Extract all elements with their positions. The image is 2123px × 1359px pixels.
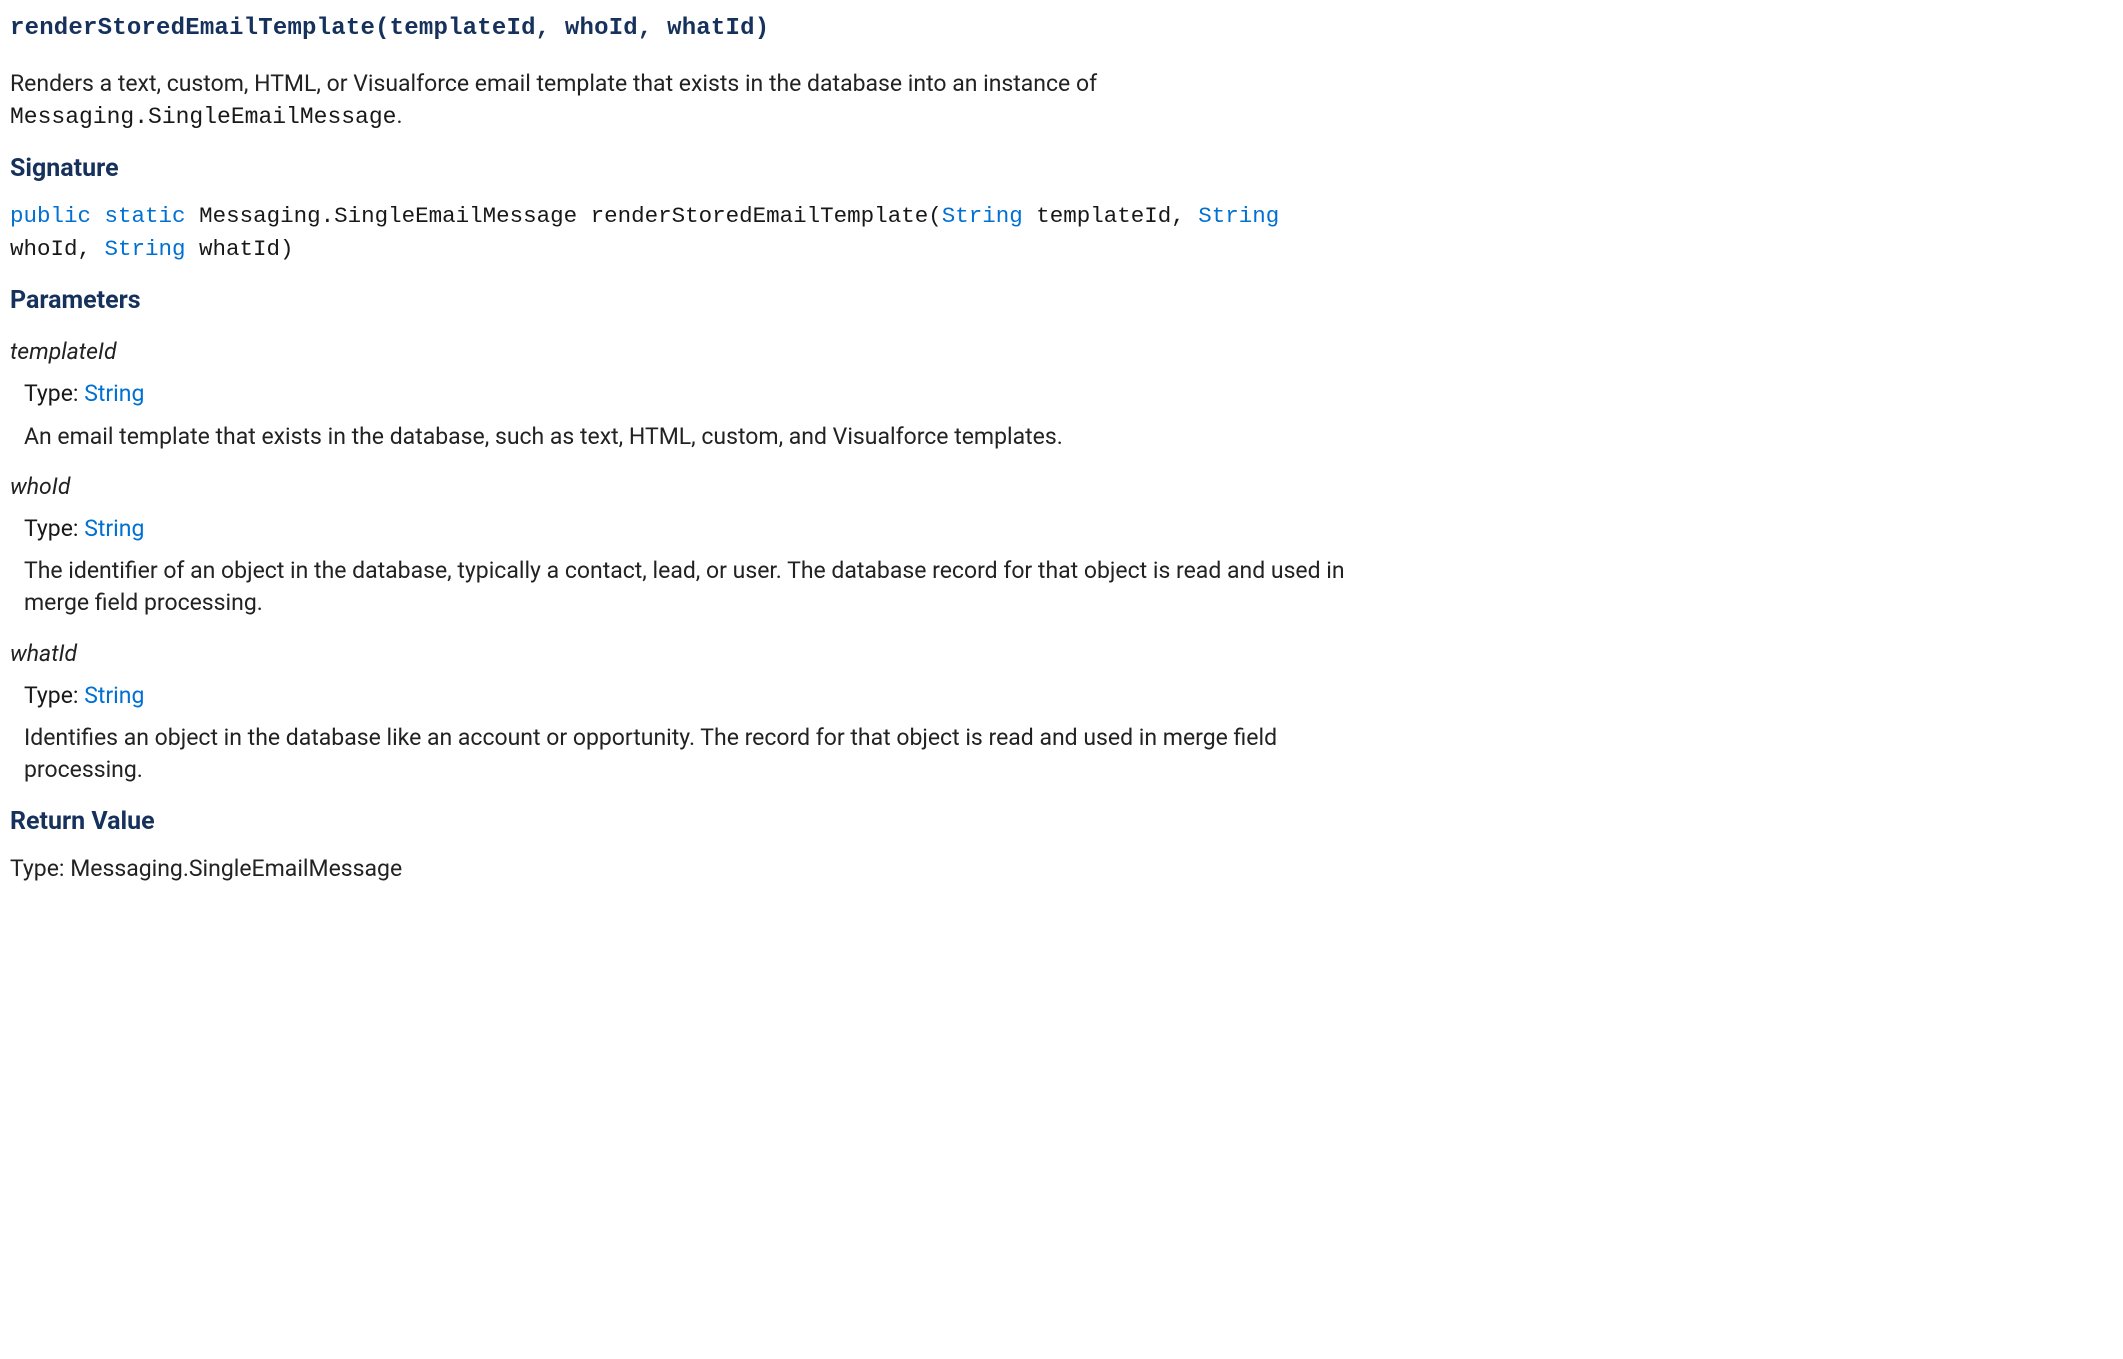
signature-param2-name: whoId, xyxy=(10,236,105,262)
type-label: Type: xyxy=(24,380,84,407)
signature-method-name: renderStoredEmailTemplate( xyxy=(591,203,942,229)
param-name: whatId xyxy=(10,638,1370,670)
method-description: Renders a text, custom, HTML, or Visualf… xyxy=(10,68,1370,133)
param-type-line: Type: String xyxy=(24,513,1370,545)
param-description: An email template that exists in the dat… xyxy=(24,421,1370,453)
description-inline-code: Messaging.SingleEmailMessage xyxy=(10,104,396,130)
return-type-line: Type: Messaging.SingleEmailMessage xyxy=(10,853,1370,885)
parameter-block: whoId Type: String The identifier of an … xyxy=(10,471,1370,620)
type-label: Type: xyxy=(24,515,84,542)
signature-block: public static Messaging.SingleEmailMessa… xyxy=(10,200,1370,265)
signature-return-type: Messaging.SingleEmailMessage xyxy=(199,203,577,229)
return-type-label: Type: xyxy=(10,855,70,882)
return-type-value: Messaging.SingleEmailMessage xyxy=(70,855,402,882)
keyword-public: public xyxy=(10,203,91,229)
type-label: Type: xyxy=(24,682,84,709)
type-link-string[interactable]: String xyxy=(84,682,144,709)
parameter-block: whatId Type: String Identifies an object… xyxy=(10,638,1370,787)
keyword-static: static xyxy=(105,203,186,229)
description-text-2: . xyxy=(396,102,402,129)
type-link-string[interactable]: String xyxy=(84,515,144,542)
param-name: whoId xyxy=(10,471,1370,503)
param-name: templateId xyxy=(10,336,1370,368)
parameter-block: templateId Type: String An email templat… xyxy=(10,336,1370,453)
description-text-1: Renders a text, custom, HTML, or Visualf… xyxy=(10,70,1097,97)
method-title: renderStoredEmailTemplate(templateId, wh… xyxy=(10,12,1370,46)
signature-param3-type: String xyxy=(105,236,186,262)
param-type-line: Type: String xyxy=(24,680,1370,712)
return-value-heading: Return Value xyxy=(10,804,1370,839)
signature-param1-type: String xyxy=(942,203,1023,229)
type-link-string[interactable]: String xyxy=(84,380,144,407)
parameters-heading: Parameters xyxy=(10,283,1370,318)
signature-param1-name: templateId, xyxy=(1023,203,1199,229)
signature-heading: Signature xyxy=(10,151,1370,186)
param-description: Identifies an object in the database lik… xyxy=(24,722,1370,786)
signature-param2-type: String xyxy=(1198,203,1279,229)
param-type-line: Type: String xyxy=(24,378,1370,410)
signature-param3-name: whatId) xyxy=(186,236,294,262)
param-description: The identifier of an object in the datab… xyxy=(24,555,1370,619)
